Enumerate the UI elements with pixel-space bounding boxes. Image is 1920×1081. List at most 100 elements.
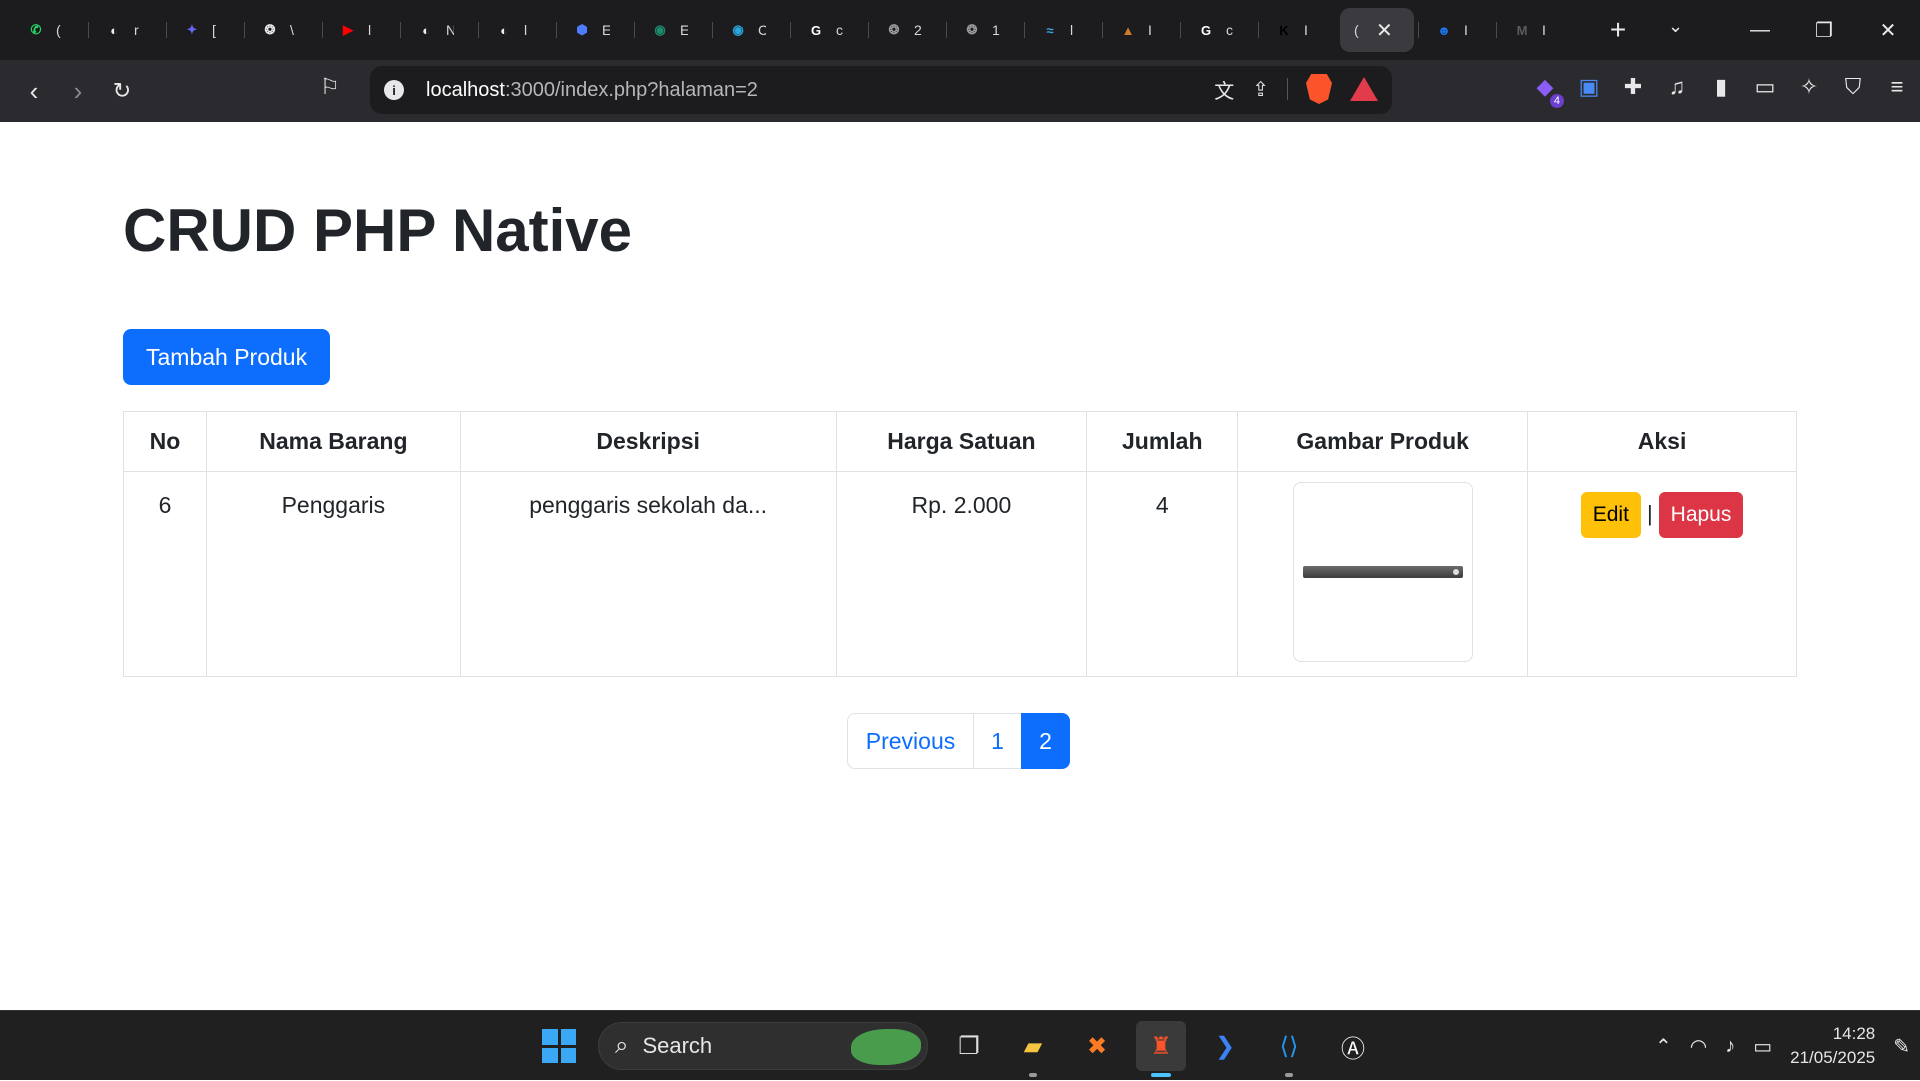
- github-icon: ◐: [110, 22, 118, 38]
- browser-tab[interactable]: ◉ C: [712, 8, 790, 52]
- restore-button[interactable]: ❐: [1792, 18, 1856, 43]
- chatgpt-icon: ❂: [966, 22, 978, 37]
- extension-icon[interactable]: ◆ 4: [1532, 74, 1564, 108]
- browser-tab[interactable]: ◐ r: [88, 8, 166, 52]
- delete-button[interactable]: Hapus: [1658, 492, 1744, 538]
- file-explorer-icon[interactable]: ▰: [1008, 1021, 1058, 1077]
- chevron-up-icon[interactable]: ⌃: [1655, 1034, 1672, 1059]
- browser-tab[interactable]: ☻ I: [1418, 8, 1496, 52]
- browser-tab[interactable]: Gc: [1180, 8, 1258, 52]
- brave-browser-icon[interactable]: ♜: [1136, 1021, 1186, 1077]
- bookmark-icon[interactable]: ⚐: [320, 74, 340, 100]
- github-icon: ◐: [500, 22, 508, 38]
- taskbar: ⌕ Search ❐ ▰ ✖ ♜ ❯ ⟨⟩ Ⓐ ⌃ ◠ ♪ ▭ 14:28 21…: [0, 1010, 1920, 1080]
- browser-tab[interactable]: ◐ N: [400, 8, 478, 52]
- app-store-icon[interactable]: Ⓐ: [1328, 1021, 1378, 1071]
- url-text[interactable]: localhost:3000/index.php?halaman=2: [426, 79, 758, 102]
- url-host: localhost: [426, 78, 505, 101]
- address-bar[interactable]: i localhost:3000/index.php?halaman=2 文 ⇪: [370, 66, 1392, 114]
- tab-title: N: [446, 22, 454, 38]
- clock[interactable]: 14:28 21/05/2025: [1790, 1022, 1875, 1070]
- vpn-shield-icon[interactable]: ⛉: [1840, 74, 1866, 100]
- search-icon: ⌕: [615, 1032, 629, 1059]
- sidebar-icon[interactable]: ▮: [1708, 74, 1734, 100]
- browser-tab[interactable]: KI: [1258, 8, 1336, 52]
- notification-icon[interactable]: ✎: [1893, 1034, 1910, 1059]
- site-info-icon[interactable]: i: [384, 80, 404, 100]
- start-button[interactable]: [542, 1029, 576, 1063]
- back-button[interactable]: ‹: [12, 76, 56, 107]
- browser-tab[interactable]: ❂ 1: [946, 8, 1024, 52]
- browser-tab[interactable]: ❂ \: [244, 8, 322, 52]
- battery-icon[interactable]: ▭: [1753, 1034, 1772, 1059]
- pagination-page-1[interactable]: 1: [973, 713, 1022, 769]
- puzzle-icon[interactable]: ✚: [1620, 74, 1646, 100]
- google-icon: G: [810, 22, 822, 38]
- browser-tab[interactable]: ✆(: [10, 8, 88, 52]
- forward-button[interactable]: ›: [56, 76, 100, 107]
- whatsapp-icon: ✆: [30, 22, 42, 37]
- close-window-button[interactable]: ✕: [1856, 18, 1920, 43]
- tab-title: [: [212, 22, 216, 38]
- globe-icon: ◉: [654, 22, 666, 37]
- google-translate-extension-icon[interactable]: ▣: [1576, 74, 1602, 100]
- window-controls: — ❐ ✕: [1728, 0, 1920, 60]
- browser-tab[interactable]: MI: [1496, 8, 1574, 52]
- minimize-button[interactable]: —: [1728, 19, 1792, 42]
- cell-nama-barang: Penggaris: [205, 471, 461, 677]
- header-no: No: [123, 411, 207, 472]
- browser-tab[interactable]: ✦[: [166, 8, 244, 52]
- tab-title: l: [368, 22, 372, 38]
- add-product-button[interactable]: Tambah Produk: [123, 329, 331, 385]
- browser-tab[interactable]: ≈ l: [1024, 8, 1102, 52]
- task-view-icon[interactable]: ❐: [944, 1021, 994, 1071]
- taskbar-apps: ❐ ▰ ✖ ♜ ❯ ⟨⟩ Ⓐ: [944, 1021, 1378, 1077]
- tab-strip: ✆(◐ r ✦[❂ \ ▶ l ◐ N ◐ l ⬢ E ◉ E ◉ C Gc ❂ 2 ❂ 1 ≈ l ▲ I Gc K I(✕ ☻ I M I…: [0, 0, 1920, 60]
- terminal-icon[interactable]: ❯: [1200, 1021, 1250, 1071]
- tab-list: ✆(◐ r ✦[❂ \ ▶ l ◐ N ◐ l ⬢ E ◉ E ◉ C Gc ❂ 2 ❂ 1 ≈ l ▲ I Gc K I(✕ ☻ I M I: [10, 8, 1574, 52]
- browser-tab[interactable]: Gc: [790, 8, 868, 52]
- browser-tab[interactable]: ▲ I: [1102, 8, 1180, 52]
- cell-gambar: [1237, 471, 1529, 677]
- chatgpt-icon: ❂: [888, 22, 900, 37]
- pagination-previous[interactable]: Previous: [847, 713, 974, 769]
- translate-icon[interactable]: 文: [1214, 75, 1234, 104]
- close-tab-icon[interactable]: ✕: [1376, 18, 1393, 43]
- action-separator: |: [1646, 501, 1653, 526]
- cell-aksi: Edit | Hapus: [1527, 471, 1797, 677]
- clock-time: 14:28: [1832, 1024, 1876, 1043]
- browser-tab[interactable]: ⬢ E: [556, 8, 634, 52]
- header-gambar-produk: Gambar Produk: [1237, 411, 1529, 472]
- wallet-icon[interactable]: ▭: [1752, 74, 1778, 100]
- browser-tab[interactable]: ❂ 2: [868, 8, 946, 52]
- github-icon: ◐: [422, 22, 430, 38]
- edit-button[interactable]: Edit: [1580, 492, 1641, 538]
- browser-tab[interactable]: ◉ E: [634, 8, 712, 52]
- browser-tab[interactable]: ▶ l: [322, 8, 400, 52]
- volume-icon[interactable]: ♪: [1725, 1035, 1735, 1058]
- taskbar-search[interactable]: ⌕ Search: [598, 1022, 928, 1070]
- pagination-page-2[interactable]: 2: [1021, 713, 1070, 769]
- tab-search-chevron-icon[interactable]: ⌄: [1668, 16, 1683, 37]
- url-path: :3000/index.php?halaman=2: [504, 78, 758, 101]
- xampp-icon[interactable]: ✖: [1072, 1021, 1122, 1071]
- tab-title: (: [1354, 22, 1359, 38]
- vscode-icon[interactable]: ⟨⟩: [1264, 1021, 1314, 1077]
- brave-rewards-icon[interactable]: [1350, 77, 1378, 101]
- browser-tab[interactable]: ◐ l: [478, 8, 556, 52]
- reload-button[interactable]: ↻: [100, 78, 144, 104]
- browser-tab[interactable]: (✕: [1340, 8, 1414, 52]
- menu-icon[interactable]: ≡: [1884, 74, 1910, 100]
- leo-ai-icon[interactable]: ✧: [1796, 74, 1822, 100]
- page-content: CRUD PHP Native Tambah Produk No Nama Ba…: [0, 122, 1920, 1010]
- app-icon: ▲: [1121, 22, 1135, 38]
- wifi-icon[interactable]: ◠: [1690, 1034, 1707, 1059]
- music-icon[interactable]: ♫: [1664, 74, 1690, 100]
- tab-title: (: [56, 22, 61, 38]
- share-icon[interactable]: ⇪: [1252, 77, 1269, 102]
- tab-title: 2: [914, 22, 922, 38]
- google-icon: G: [1200, 22, 1212, 38]
- app-icon: ≈: [1046, 22, 1054, 38]
- brave-shields-icon[interactable]: [1306, 74, 1332, 104]
- new-tab-button[interactable]: +: [1598, 14, 1638, 46]
